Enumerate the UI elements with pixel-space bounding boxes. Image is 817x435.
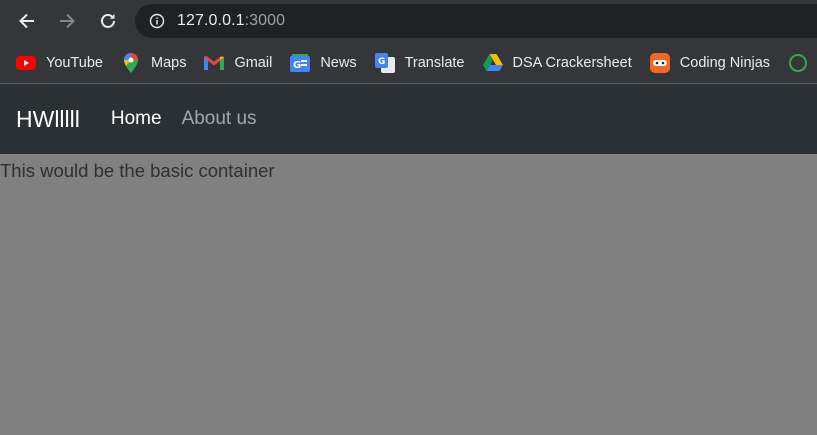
bookmark-label: Gmail [234,54,273,71]
bookmark-coding-ninjas[interactable]: Coding Ninjas [642,49,778,77]
url-text: 127.0.0.1:3000 [177,12,285,30]
bookmark-label: News [320,54,357,71]
coding-ninjas-icon [649,52,670,73]
info-icon[interactable] [149,13,165,29]
main-container: This would be the basic container [0,154,817,435]
maps-icon [121,52,141,73]
nav-link-about-us[interactable]: About us [182,108,257,130]
bookmark-dsa-crackersheet[interactable]: DSA Crackersheet [475,49,640,77]
bookmark-youtube[interactable]: YouTube [8,49,111,77]
drive-icon [482,53,503,73]
bookmark-news[interactable]: G News [282,49,364,77]
bookmark-gmail[interactable]: Gmail [196,49,280,77]
navbar-brand[interactable]: HWlllll [16,106,80,133]
translate-icon: G [374,52,395,73]
reload-button[interactable] [96,9,120,33]
back-button[interactable] [15,9,39,33]
bookmark-label: Coding Ninjas [679,54,771,71]
address-bar[interactable]: 127.0.0.1:3000 [135,4,817,38]
bookmarks-bar: YouTube Maps Gmail G News G Translate DS… [0,42,817,84]
youtube-icon [16,53,36,73]
browser-chrome: 127.0.0.1:3000 YouTube Maps Gmail G News… [0,0,817,84]
browser-toolbar: 127.0.0.1:3000 [0,0,817,42]
nav-link-home[interactable]: Home [111,108,162,130]
site-navbar: HWlllll Home About us [0,84,817,154]
forward-arrow-icon [60,13,75,29]
bookmark-overflow[interactable] [780,49,817,77]
bookmark-label: YouTube [46,54,103,71]
forward-button[interactable] [55,9,79,33]
bookmark-label: DSA Crackersheet [512,54,632,71]
container-text: This would be the basic container [0,160,275,181]
reload-icon [101,14,115,28]
gmail-icon [204,53,225,73]
bookmark-maps[interactable]: Maps [113,49,194,77]
bookmark-label: Translate [404,54,465,71]
svg-text:G: G [293,60,301,71]
url-host: 127.0.0.1 [177,12,245,29]
partial-bookmark-icon [788,53,808,73]
bookmark-translate[interactable]: G Translate [367,49,473,77]
svg-text:G: G [378,57,385,67]
back-arrow-icon [19,13,34,29]
bookmark-label: Maps [150,54,187,71]
url-port: :3000 [244,12,286,29]
news-icon: G [290,53,311,73]
